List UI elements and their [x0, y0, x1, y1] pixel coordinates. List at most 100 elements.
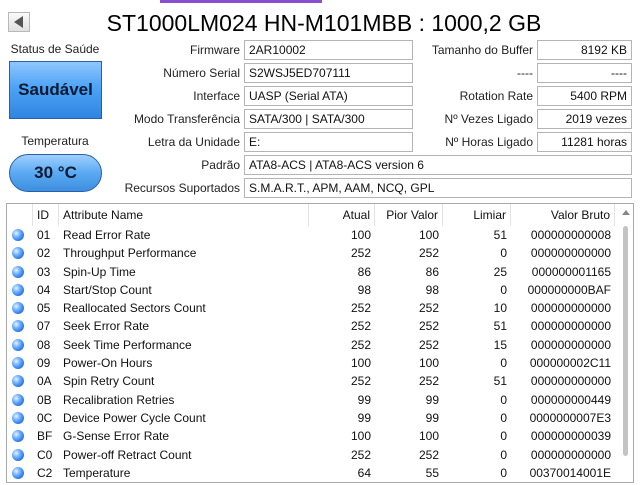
- buffer-size-value: 8192 KB: [537, 40, 632, 60]
- table-row[interactable]: 0A Spin Retry Count 252 252 51 000000000000: [7, 372, 617, 390]
- temperature-badge[interactable]: 30 °C: [9, 154, 102, 192]
- scroll-up-icon[interactable]: [622, 210, 630, 215]
- cell-current: 99: [357, 410, 371, 425]
- cell-current: 252: [350, 301, 371, 316]
- health-status-badge[interactable]: Saudável: [9, 61, 102, 119]
- disk-title: ST1000LM024 HN-M101MBB : 1000,2 GB: [106, 10, 542, 36]
- table-row[interactable]: 04 Start/Stop Count 98 98 0 000000000BAF: [7, 281, 617, 299]
- cell-current: 252: [350, 319, 371, 334]
- cell-raw-value: 000000000000: [530, 374, 611, 389]
- table-row[interactable]: 07 Seek Error Rate 252 252 51 000000000000: [7, 317, 617, 335]
- table-row[interactable]: C2 Temperature 64 55 0 00370014001E: [7, 464, 617, 482]
- cell-id: 0A: [37, 374, 52, 389]
- rotation-rate-value: 5400 RPM: [537, 86, 632, 106]
- cell-current: 64: [357, 465, 371, 480]
- scrollbar-thumb[interactable]: [623, 226, 628, 456]
- cell-threshold: 0: [500, 465, 507, 480]
- power-on-count-label: Nº Vezes Ligado: [444, 112, 533, 126]
- column-header-id[interactable]: ID: [33, 204, 59, 226]
- column-header-threshold[interactable]: Limiar: [443, 204, 511, 226]
- status-dot-icon: [12, 430, 24, 443]
- table-row[interactable]: 0C Device Power Cycle Count 99 99 0 000000000…: [7, 409, 617, 427]
- cell-attribute-name: Read Error Rate: [63, 228, 151, 242]
- cell-attribute-name: Device Power Cycle Count: [63, 410, 206, 425]
- cell-raw-value: 000000001165: [531, 264, 611, 279]
- status-dot-icon: [12, 338, 24, 351]
- column-header-worst[interactable]: Pior Valor: [375, 204, 443, 226]
- cell-id: 05: [37, 301, 51, 316]
- drive-letter-value: E:: [244, 132, 413, 152]
- cell-threshold: 0: [500, 447, 507, 462]
- cell-attribute-name: Spin-Up Time: [63, 264, 136, 279]
- status-dot-icon: [12, 448, 24, 461]
- rotation-rate-label: Rotation Rate: [459, 89, 533, 103]
- cell-raw-value: 000000000000: [530, 337, 611, 352]
- cell-threshold: 15: [493, 337, 507, 352]
- cell-raw-value: 000000000BAF: [527, 282, 611, 297]
- cell-raw-value: 00370014001E: [529, 465, 611, 480]
- cell-current: 86: [357, 264, 371, 279]
- buffer-size-label: Tamanho do Buffer: [431, 43, 533, 57]
- cell-worst: 252: [418, 301, 439, 316]
- table-row[interactable]: 01 Read Error Rate 100 100 51 000000000008: [7, 226, 617, 244]
- table-body: 01 Read Error Rate 100 100 51 000000000008 02 T…: [7, 226, 617, 482]
- cell-raw-value: 000000000449: [530, 392, 611, 407]
- accent-line: [160, 0, 322, 3]
- table-row[interactable]: BF G-Sense Error Rate 100 100 0 000000000039: [7, 427, 617, 445]
- supported-features-label: Recursos Suportados: [124, 181, 240, 195]
- cell-id: C2: [37, 465, 53, 480]
- column-header-current[interactable]: Atual: [309, 204, 375, 226]
- cell-worst: 100: [418, 429, 439, 444]
- cell-current: 252: [350, 337, 371, 352]
- cell-id: C0: [37, 447, 53, 462]
- status-dot-icon: [12, 320, 24, 333]
- table-row[interactable]: 03 Spin-Up Time 86 86 25 000000001165: [7, 263, 617, 281]
- cell-attribute-name: Recalibration Retries: [63, 392, 175, 407]
- cell-current: 252: [350, 374, 371, 389]
- cell-threshold: 51: [493, 228, 507, 242]
- cell-id: 07: [37, 319, 51, 334]
- cell-id: 02: [37, 246, 51, 261]
- column-header-attribute-name[interactable]: Attribute Name: [59, 204, 309, 226]
- interface-value: UASP (Serial ATA): [244, 86, 413, 106]
- table-scrollbar[interactable]: [619, 204, 633, 482]
- standard-value: ATA8-ACS | ATA8-ACS version 6: [244, 155, 632, 175]
- cell-raw-value: 000000000000: [530, 447, 611, 462]
- cell-current: 100: [350, 356, 371, 371]
- temperature-label: Temperatura: [21, 134, 89, 148]
- cell-attribute-name: Reallocated Sectors Count: [63, 301, 206, 316]
- cell-threshold: 51: [493, 374, 507, 389]
- column-header-raw-value[interactable]: Valor Bruto: [511, 204, 615, 226]
- cell-threshold: 0: [500, 392, 507, 407]
- cell-worst: 252: [418, 337, 439, 352]
- table-header: ID Attribute Name Atual Pior Valor Limia…: [7, 204, 633, 226]
- cell-current: 252: [350, 447, 371, 462]
- status-dot-icon: [12, 247, 24, 260]
- cell-worst: 55: [425, 465, 439, 480]
- cell-worst: 99: [425, 410, 439, 425]
- table-row[interactable]: 08 Seek Time Performance 252 252 15 000000000…: [7, 336, 617, 354]
- cell-worst: 252: [418, 319, 439, 334]
- cell-id: 09: [37, 356, 51, 371]
- cell-attribute-name: Temperature: [63, 465, 131, 480]
- cell-threshold: 10: [493, 301, 507, 316]
- table-row[interactable]: 02 Throughput Performance 252 252 0 000000000…: [7, 244, 617, 262]
- cell-threshold: 51: [493, 319, 507, 334]
- cell-worst: 99: [425, 392, 439, 407]
- smart-attributes-table[interactable]: ID Attribute Name Atual Pior Valor Limia…: [6, 203, 634, 483]
- cell-raw-value: 000000000039: [530, 429, 611, 444]
- cell-worst: 252: [418, 374, 439, 389]
- cell-raw-value: 000000002C11: [529, 356, 611, 371]
- table-row[interactable]: 0B Recalibration Retries 99 99 0 000000000449: [7, 391, 617, 409]
- cell-id: 01: [37, 228, 51, 242]
- table-row[interactable]: C0 Power-off Retract Count 252 252 0 00000000…: [7, 446, 617, 464]
- table-row[interactable]: 09 Power-On Hours 100 100 0 000000002C11: [7, 354, 617, 372]
- status-dot-icon: [12, 229, 24, 241]
- cell-id: 03: [37, 264, 51, 279]
- status-dot-icon: [12, 393, 24, 406]
- table-row[interactable]: 05 Reallocated Sectors Count 252 252 10 00000…: [7, 299, 617, 317]
- serial-label: Número Serial: [163, 66, 240, 80]
- cell-worst: 86: [425, 264, 439, 279]
- cell-raw-value: 000000000000: [530, 246, 611, 261]
- column-header-status[interactable]: [7, 204, 33, 226]
